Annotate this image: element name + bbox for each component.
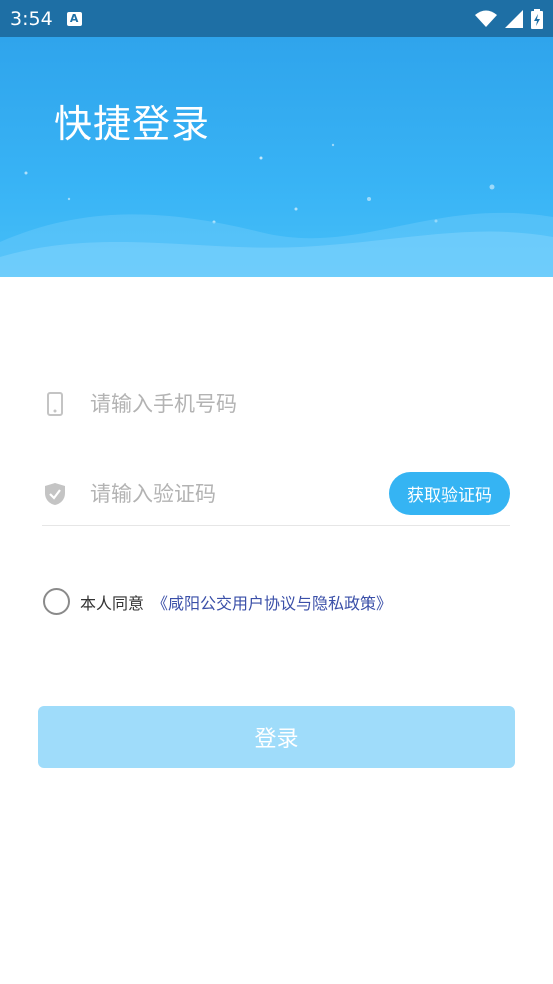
login-header: 快捷登录 <box>0 37 553 277</box>
login-button[interactable]: 登录 <box>38 706 515 768</box>
shield-icon <box>42 481 68 507</box>
header-waves <box>0 212 553 277</box>
battery-icon <box>531 8 543 29</box>
signal-icon <box>505 9 523 28</box>
phone-input[interactable] <box>88 391 348 417</box>
page-title: 快捷登录 <box>54 102 211 146</box>
agreement-row: 本人同意 《咸阳公交用户协议与隐私政策》 <box>43 588 392 615</box>
get-code-button[interactable]: 获取验证码 <box>389 472 510 515</box>
phone-row <box>42 374 510 434</box>
phone-icon <box>42 391 68 417</box>
notification-icon: A <box>66 11 82 26</box>
status-icons <box>475 8 543 29</box>
status-bar: 3:54 A <box>0 0 553 37</box>
agreement-prefix: 本人同意 <box>80 593 145 613</box>
status-time: 3:54 <box>10 7 53 30</box>
policy-link[interactable]: 《咸阳公交用户协议与隐私政策》 <box>152 590 392 614</box>
wifi-icon <box>475 10 497 27</box>
agreement-radio[interactable] <box>43 588 70 615</box>
code-input[interactable] <box>88 480 348 507</box>
code-row: 获取验证码 <box>42 462 510 526</box>
